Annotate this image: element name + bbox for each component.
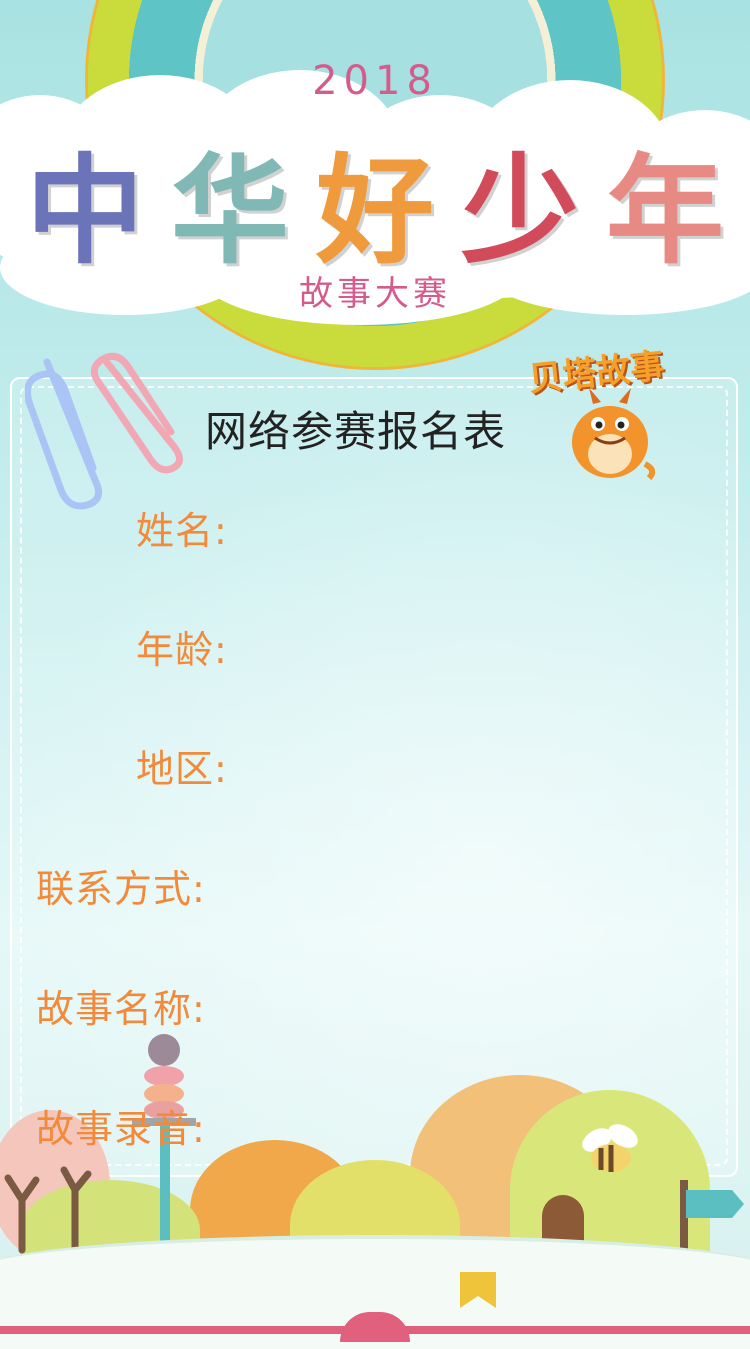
title-char-1: 中 bbox=[25, 141, 144, 280]
year-text: 2018 bbox=[312, 58, 438, 104]
paperclip-blue-icon bbox=[25, 358, 103, 510]
paperclip-icons bbox=[25, 352, 183, 510]
main-title: 中 华 好 少 年 bbox=[25, 135, 725, 280]
field-label-age: 年龄: bbox=[136, 628, 228, 672]
title-char-2: 华 bbox=[170, 141, 289, 280]
bee-icon bbox=[582, 1124, 638, 1172]
paperclip-pink-icon bbox=[90, 352, 183, 474]
title-char-4: 少 bbox=[460, 141, 579, 280]
field-label-region: 地区: bbox=[136, 747, 228, 791]
form-title: 网络参赛报名表 bbox=[205, 407, 507, 456]
title-char-5: 年 bbox=[605, 141, 724, 280]
field-label-contact: 联系方式: bbox=[36, 867, 206, 911]
field-label-story-name: 故事名称: bbox=[36, 987, 206, 1031]
tree-icon bbox=[4, 1166, 92, 1254]
title-char-3: 好 bbox=[315, 141, 434, 280]
bookmark-icon bbox=[460, 1272, 496, 1308]
field-label-name: 姓名: bbox=[136, 509, 228, 553]
field-label-story-recording: 故事录音: bbox=[36, 1107, 206, 1151]
subtitle: 故事大赛 bbox=[299, 274, 451, 314]
dragon-mascot-icon bbox=[572, 388, 655, 481]
